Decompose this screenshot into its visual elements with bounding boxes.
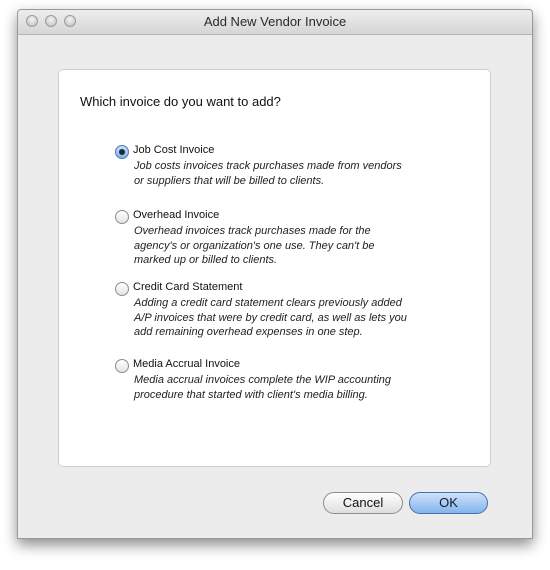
ok-button[interactable]: OK (409, 492, 488, 514)
options-panel: Which invoice do you want to add? Job Co… (58, 69, 491, 467)
radio-selected-dot (119, 149, 125, 155)
option-label[interactable]: Credit Card Statement (133, 281, 242, 293)
option-description: Overhead invoices track purchases made f… (134, 225, 375, 266)
option-description: Media accrual invoices complete the WIP … (134, 374, 391, 401)
radio-media-accrual-invoice[interactable] (115, 359, 129, 373)
option-description: Job costs invoices track purchases made … (134, 160, 402, 187)
option-description: Adding a credit card statement clears pr… (134, 297, 407, 338)
window-title: Add New Vendor Invoice (203, 14, 347, 29)
cancel-button[interactable]: Cancel (323, 492, 403, 514)
option-label[interactable]: Overhead Invoice (133, 209, 219, 221)
radio-credit-card-statement[interactable] (115, 282, 129, 296)
radio-job-cost-invoice[interactable] (115, 145, 129, 159)
title-bar: Add New Vendor Invoice (18, 10, 532, 35)
radio-overhead-invoice[interactable] (115, 210, 129, 224)
option-label[interactable]: Media Accrual Invoice (133, 358, 240, 370)
question-label: Which invoice do you want to add? (80, 94, 281, 109)
option-label[interactable]: Job Cost Invoice (133, 144, 214, 156)
dialog-window: Add New Vendor Invoice Which invoice do … (17, 9, 533, 539)
